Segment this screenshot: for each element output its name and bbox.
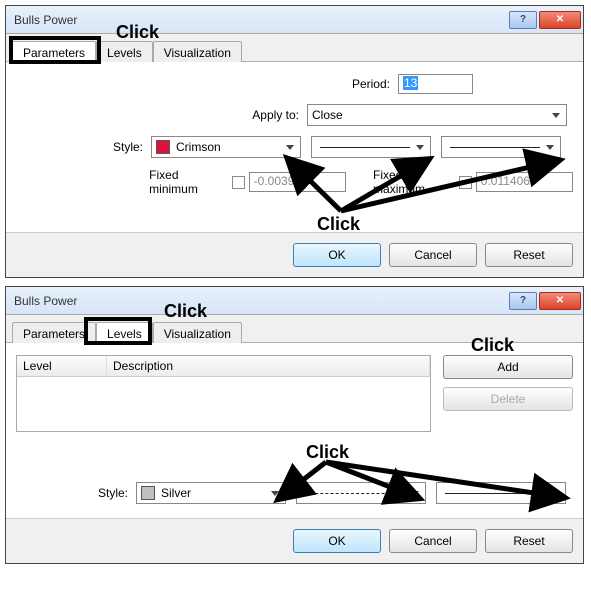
window-buttons: ? ✕ — [509, 11, 583, 29]
period-input[interactable]: 13 — [398, 74, 473, 94]
tab-visualization[interactable]: Visualization — [153, 41, 242, 62]
chevron-down-icon — [411, 491, 419, 496]
tab-parameters[interactable]: Parameters — [12, 322, 96, 343]
button-bar: OK Cancel Reset — [6, 232, 583, 277]
style-label: Style: — [76, 486, 136, 500]
fixedmax-checkbox[interactable] — [459, 176, 472, 189]
fixedmax-label: Fixed maximum — [373, 168, 455, 196]
color-swatch — [156, 140, 170, 154]
fixedmax-input[interactable]: 0.011406 — [476, 172, 573, 192]
tab-parameters[interactable]: Parameters — [12, 41, 96, 62]
delete-button: Delete — [443, 387, 573, 411]
titlebar: Bulls Power ? ✕ — [6, 6, 583, 34]
style-line-width-select[interactable] — [436, 482, 566, 504]
add-button[interactable]: Add — [443, 355, 573, 379]
window-buttons: ? ✕ — [509, 292, 583, 310]
style-line-width-select[interactable] — [441, 136, 561, 158]
tab-visualization[interactable]: Visualization — [153, 322, 242, 343]
chevron-down-icon — [416, 145, 424, 150]
cancel-button[interactable]: Cancel — [389, 243, 477, 267]
fixedmin-label: Fixed minimum — [149, 168, 228, 196]
style-line-type-select[interactable] — [296, 482, 426, 504]
chevron-down-icon — [552, 113, 560, 118]
cancel-button[interactable]: Cancel — [389, 529, 477, 553]
col-level[interactable]: Level — [17, 356, 107, 376]
reset-button[interactable]: Reset — [485, 243, 573, 267]
style-color-select[interactable]: Silver — [136, 482, 286, 504]
chevron-down-icon — [551, 491, 559, 496]
ok-button[interactable]: OK — [293, 243, 381, 267]
close-button[interactable]: ✕ — [539, 11, 581, 29]
window-title: Bulls Power — [14, 13, 509, 27]
button-bar: OK Cancel Reset — [6, 518, 583, 563]
chevron-down-icon — [546, 145, 554, 150]
tab-content: Level Description Add Delete Style: Silv… — [6, 343, 583, 518]
close-button[interactable]: ✕ — [539, 292, 581, 310]
levels-table: Level Description — [16, 355, 431, 432]
dialog-bulls-power-levels: Bulls Power ? ✕ Parameters Levels Visual… — [5, 286, 584, 564]
tabstrip: Parameters Levels Visualization — [6, 315, 583, 343]
color-swatch — [141, 486, 155, 500]
window-title: Bulls Power — [14, 294, 509, 308]
table-header: Level Description — [17, 356, 430, 377]
style-color-name: Crimson — [176, 140, 221, 154]
col-description[interactable]: Description — [107, 356, 430, 376]
chevron-down-icon — [271, 491, 279, 496]
dialog-bulls-power-parameters: Bulls Power ? ✕ Parameters Levels Visual… — [5, 5, 584, 278]
help-button[interactable]: ? — [509, 292, 537, 310]
chevron-down-icon — [286, 145, 294, 150]
reset-button[interactable]: Reset — [485, 529, 573, 553]
style-label: Style: — [91, 140, 151, 154]
tabstrip: Parameters Levels Visualization — [6, 34, 583, 62]
fixedmin-checkbox[interactable] — [232, 176, 245, 189]
applyto-label: Apply to: — [252, 108, 307, 122]
applyto-value: Close — [312, 108, 343, 122]
tab-content: Period: 13 Apply to: Close Style: Crimso… — [6, 62, 583, 232]
fixedmin-input[interactable]: -0.003933 — [249, 172, 346, 192]
style-color-name: Silver — [161, 486, 191, 500]
applyto-select[interactable]: Close — [307, 104, 567, 126]
period-label: Period: — [352, 77, 398, 91]
style-line-type-select[interactable] — [311, 136, 431, 158]
ok-button[interactable]: OK — [293, 529, 381, 553]
style-color-select[interactable]: Crimson — [151, 136, 301, 158]
table-body[interactable] — [17, 377, 430, 431]
titlebar: Bulls Power ? ✕ — [6, 287, 583, 315]
help-button[interactable]: ? — [509, 11, 537, 29]
tab-levels[interactable]: Levels — [96, 322, 153, 343]
tab-levels[interactable]: Levels — [96, 41, 153, 62]
